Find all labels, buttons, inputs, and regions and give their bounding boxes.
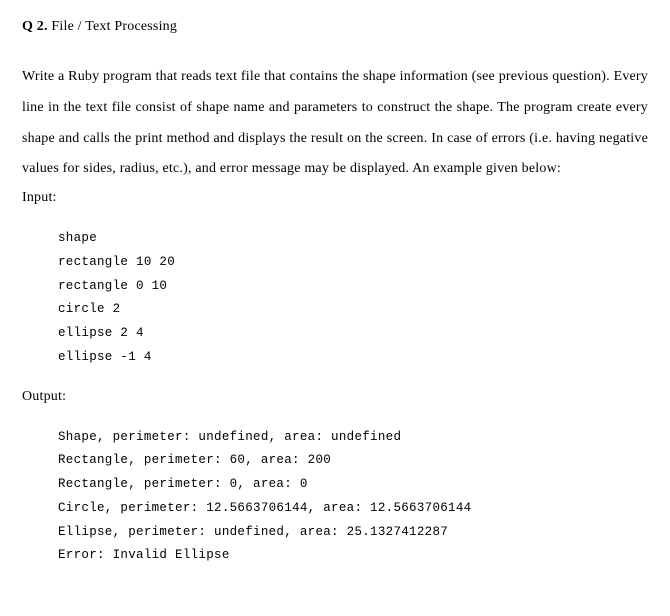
question-body: Write a Ruby program that reads text fil…: [22, 62, 648, 185]
output-label: Output:: [22, 390, 648, 404]
output-code: Shape, perimeter: undefined, area: undef…: [58, 426, 648, 569]
question-heading: Q 2. File / Text Processing: [22, 20, 648, 34]
question-number: Q 2.: [22, 19, 48, 34]
question-title: File / Text Processing: [51, 19, 177, 34]
input-code: shape rectangle 10 20 rectangle 0 10 cir…: [58, 227, 648, 370]
input-label: Input:: [22, 191, 648, 205]
